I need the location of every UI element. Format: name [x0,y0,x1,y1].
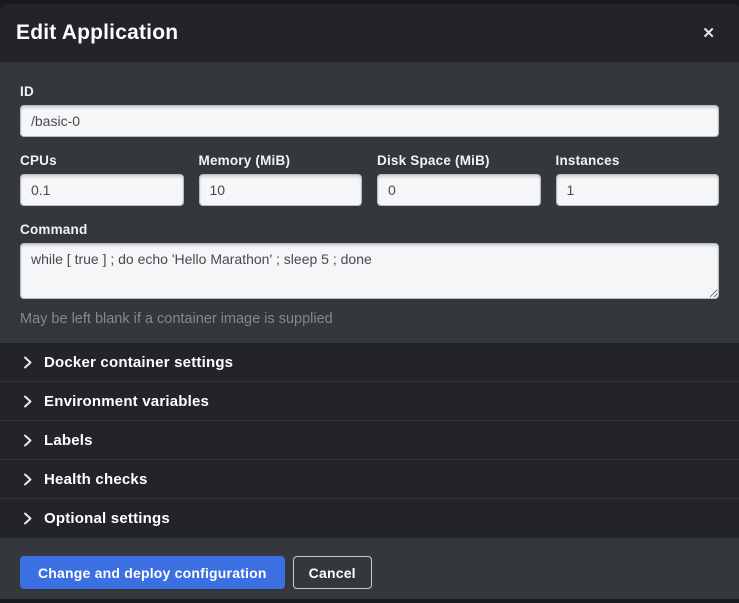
instances-field-group: Instances [556,153,720,206]
section-optional-settings[interactable]: Optional settings [0,499,739,538]
chevron-right-icon [20,433,34,447]
chevron-right-icon [20,355,34,369]
memory-input[interactable] [199,174,363,206]
cpus-field-group: CPUs [20,153,184,206]
modal-header: Edit Application ✕ [0,4,739,62]
disk-input[interactable] [377,174,541,206]
section-label: Health checks [44,471,147,488]
command-textarea[interactable]: while [ true ] ; do echo 'Hello Marathon… [20,243,719,299]
section-health-checks[interactable]: Health checks [0,460,739,499]
section-label: Labels [44,432,93,449]
id-field-group: ID [20,84,719,137]
edit-application-modal: Edit Application ✕ ID CPUs Memory (MiB) … [0,4,739,599]
cancel-button[interactable]: Cancel [293,556,372,589]
chevron-right-icon [20,472,34,486]
section-docker-container-settings[interactable]: Docker container settings [0,343,739,382]
section-label: Optional settings [44,510,170,527]
cpus-label: CPUs [20,153,184,168]
change-and-deploy-button[interactable]: Change and deploy configuration [20,556,285,589]
modal-footer: Change and deploy configuration Cancel [0,538,739,599]
disk-label: Disk Space (MiB) [377,153,541,168]
instances-input[interactable] [556,174,720,206]
chevron-right-icon [20,512,34,526]
id-input[interactable] [20,105,719,137]
chevron-right-icon [20,394,34,408]
application-form: ID CPUs Memory (MiB) Disk Space (MiB) In… [0,62,739,343]
section-label: Environment variables [44,393,209,410]
id-label: ID [20,84,719,99]
memory-label: Memory (MiB) [199,153,363,168]
instances-label: Instances [556,153,720,168]
memory-field-group: Memory (MiB) [199,153,363,206]
command-help-text: May be left blank if a container image i… [20,311,719,327]
close-icon[interactable]: ✕ [694,20,723,47]
section-environment-variables[interactable]: Environment variables [0,382,739,421]
cpus-input[interactable] [20,174,184,206]
modal-title: Edit Application [16,21,178,45]
resources-row: CPUs Memory (MiB) Disk Space (MiB) Insta… [20,153,719,206]
command-field-group: Command while [ true ] ; do echo 'Hello … [20,222,719,327]
section-label: Docker container settings [44,354,233,371]
disk-field-group: Disk Space (MiB) [377,153,541,206]
section-labels[interactable]: Labels [0,421,739,460]
accordion-sections: Docker container settings Environment va… [0,343,739,538]
command-label: Command [20,222,719,237]
